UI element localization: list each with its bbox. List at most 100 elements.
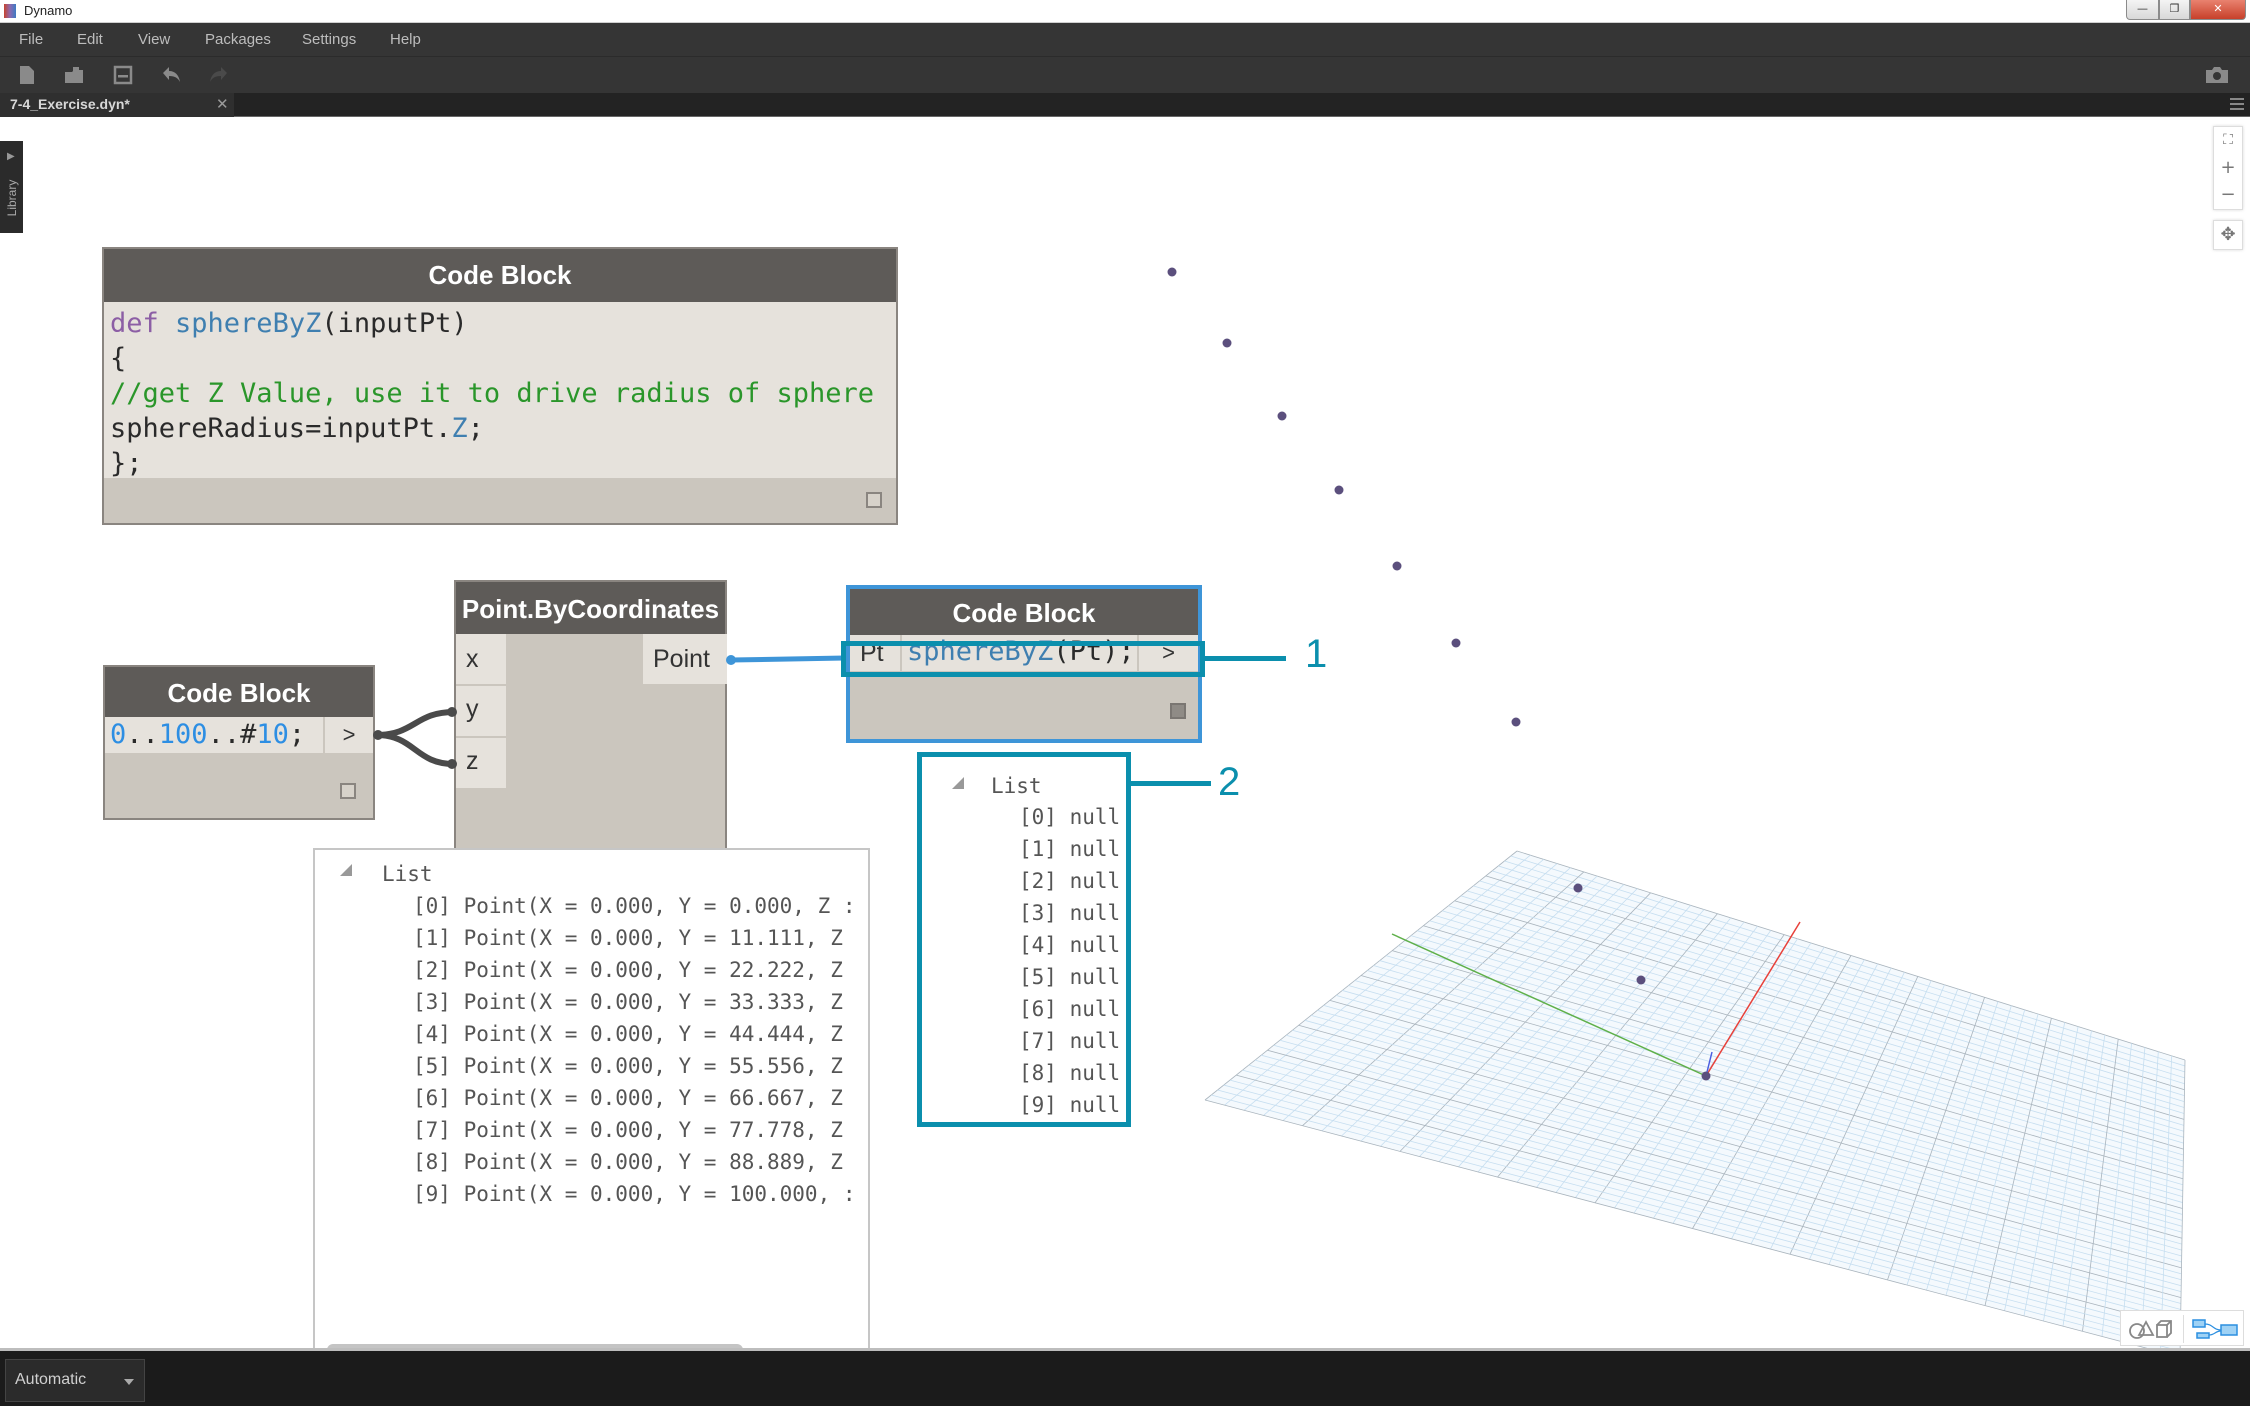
title-bar: Dynamo — ❐ ✕ [0, 0, 2250, 23]
node-title: Code Block [850, 589, 1198, 635]
callout-number-1: 1 [1305, 632, 1328, 676]
code-line: def sphereByZ(inputPt) [110, 306, 896, 341]
input-port-z[interactable]: z [456, 738, 506, 788]
preview-point [1573, 883, 1583, 893]
maximize-button[interactable]: ❐ [2159, 0, 2190, 20]
callout-box-1 [841, 641, 1205, 677]
code-token: sphereRadius=inputPt. [110, 413, 452, 444]
preview-point [1167, 267, 1177, 277]
preview-toggle[interactable] [340, 783, 356, 799]
list-item: [5] Point(X = 0.000, Y = 55.556, Z [413, 1054, 843, 1078]
preview-point [1222, 338, 1232, 348]
preview-toggle[interactable] [866, 492, 882, 508]
code-line: sphereRadius=inputPt.Z; [110, 411, 896, 446]
zoom-to-fit-icon[interactable]: ⛶ [2214, 127, 2242, 154]
zoom-controls: ⛶ + − [2213, 126, 2243, 210]
workspace-canvas[interactable]: Code Block def sphereByZ(inputPt){//get … [0, 117, 2250, 1348]
tab-bar: 7-4_Exercise.dyn* ✕ [0, 93, 2250, 117]
watch-panel-points[interactable]: List [0] Point(X = 0.000, Y = 0.000, Z :… [313, 848, 870, 1348]
code-editor[interactable]: 0..100..#10; [105, 717, 323, 753]
expand-arrow-icon: ▶ [7, 151, 15, 162]
list-item: [3] null [1019, 901, 1121, 925]
code-token: sphereByZ [175, 308, 322, 339]
save-icon[interactable] [112, 64, 134, 86]
code-token: ; [467, 413, 484, 444]
tab-7-4-exercise[interactable]: 7-4_Exercise.dyn* ✕ [0, 93, 234, 117]
list-item: [6] null [1019, 997, 1121, 1021]
list-item: [0] Point(X = 0.000, Y = 0.000, Z : [413, 894, 853, 918]
output-port[interactable]: > [325, 717, 373, 753]
callout-line-1 [1205, 656, 1286, 661]
menu-help[interactable]: Help [390, 31, 421, 48]
code-line: { [110, 341, 896, 376]
list-item: [6] Point(X = 0.000, Y = 66.667, Z [413, 1086, 843, 1110]
output-port-point[interactable]: Point [643, 634, 727, 684]
code-token: (inputPt) [321, 308, 468, 339]
preview-point [1701, 1071, 1711, 1081]
preview-point [1392, 561, 1402, 571]
menu-settings[interactable]: Settings [302, 31, 356, 48]
code-block-node-range[interactable]: Code Block 0..100..#10; > [103, 665, 375, 820]
list-item: [2] Point(X = 0.000, Y = 22.222, Z [413, 958, 843, 982]
list-item: [1] Point(X = 0.000, Y = 11.111, Z [413, 926, 843, 950]
camera-icon[interactable] [2204, 64, 2230, 86]
list-item: [8] null [1019, 1061, 1121, 1085]
tab-close-icon[interactable]: ✕ [216, 95, 229, 113]
preview-point [1334, 485, 1344, 495]
menu-file[interactable]: File [19, 31, 43, 48]
list-item: [4] Point(X = 0.000, Y = 44.444, Z [413, 1022, 843, 1046]
hamburger-menu-icon[interactable] [2230, 97, 2244, 111]
code-token: ; [288, 719, 306, 750]
new-file-icon[interactable] [16, 64, 38, 86]
library-label: Library [5, 179, 19, 217]
code-token: def [110, 308, 176, 339]
background-preview-geometry-icon[interactable] [2127, 1317, 2177, 1341]
code-token: 100 [158, 719, 208, 750]
input-port-x[interactable]: x [456, 634, 506, 684]
zoom-in-button[interactable]: + [2214, 154, 2242, 181]
input-port-y[interactable]: y [456, 686, 506, 736]
preview-point [1277, 411, 1287, 421]
list-item: [7] Point(X = 0.000, Y = 77.778, Z [413, 1118, 843, 1142]
undo-icon[interactable] [160, 64, 182, 86]
graph-view-icon[interactable] [2191, 1317, 2239, 1341]
library-toggle[interactable]: ▶ Library [0, 141, 23, 233]
node-title: Code Block [105, 667, 373, 717]
callout-line-2 [1131, 781, 1211, 786]
divider [2183, 1315, 2184, 1343]
open-folder-icon[interactable] [63, 64, 85, 86]
tab-label: 7-4_Exercise.dyn* [10, 96, 130, 112]
preview-point [1451, 638, 1461, 648]
code-line: //get Z Value, use it to drive radius of… [110, 376, 896, 411]
list-item: [0] null [1019, 805, 1121, 829]
collapse-triangle-icon[interactable] [952, 777, 964, 789]
menu-packages[interactable]: Packages [205, 31, 271, 48]
node-title: Code Block [104, 249, 896, 302]
code-token: }; [110, 448, 143, 479]
list-item: [7] null [1019, 1029, 1121, 1053]
code-token: { [110, 343, 127, 374]
menu-view[interactable]: View [138, 31, 170, 48]
pan-button[interactable]: ✥ [2213, 220, 2243, 250]
code-token: .. [126, 719, 159, 750]
list-header: List [991, 774, 1042, 798]
watch-panel-nulls[interactable]: List [0] null [1] null [2] null [3] null [4]… [917, 752, 1131, 1127]
run-mode-value: Automatic [15, 1371, 87, 1388]
menu-edit[interactable]: Edit [77, 31, 103, 48]
close-window-button[interactable]: ✕ [2190, 0, 2246, 20]
preview-point [1636, 975, 1646, 985]
code-block-node-def[interactable]: Code Block def sphereByZ(inputPt){//get … [102, 247, 898, 525]
minimize-button[interactable]: — [2126, 0, 2159, 20]
preview-toggle[interactable] [1170, 703, 1186, 719]
collapse-triangle-icon[interactable] [340, 864, 352, 876]
preview-point [1511, 717, 1521, 727]
zoom-out-button[interactable]: − [2214, 181, 2242, 208]
run-mode-dropdown[interactable]: Automatic [5, 1359, 145, 1402]
code-editor[interactable]: def sphereByZ(inputPt){//get Z Value, us… [104, 302, 896, 481]
code-token: 0 [110, 719, 127, 750]
code-token: Z [451, 413, 468, 444]
code-line: }; [110, 446, 896, 481]
window-title: Dynamo [24, 3, 73, 18]
list-item: [8] Point(X = 0.000, Y = 88.889, Z [413, 1150, 843, 1174]
list-item: [9] Point(X = 0.000, Y = 100.000, : [413, 1182, 853, 1206]
